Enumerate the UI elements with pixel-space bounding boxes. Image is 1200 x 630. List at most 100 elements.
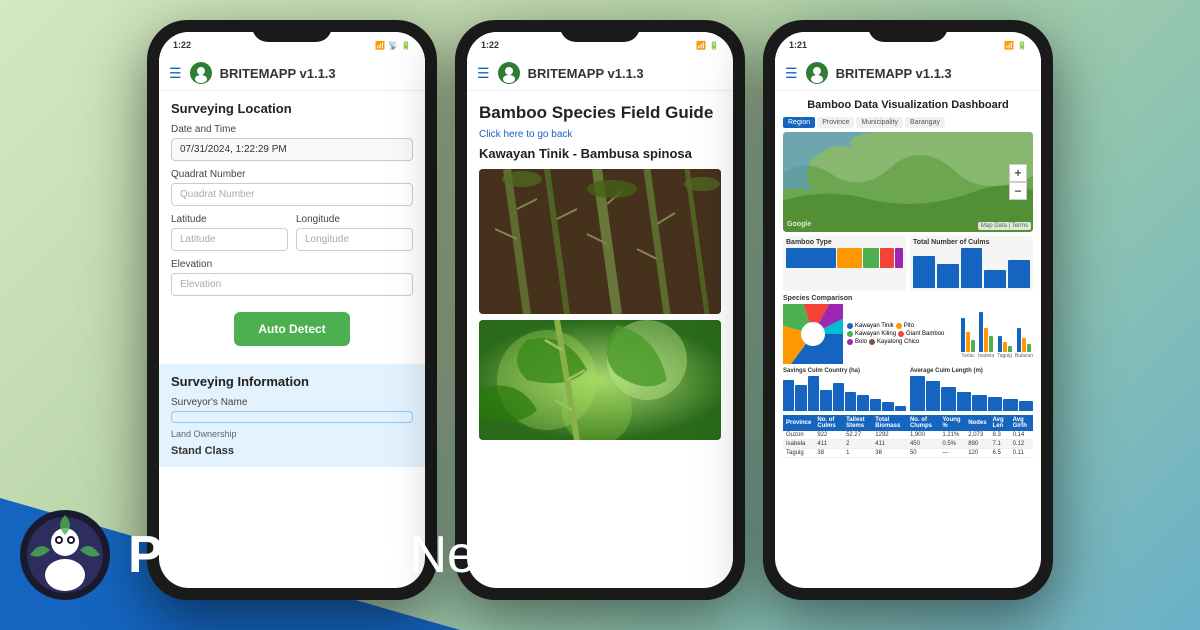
savings-chart-section: Savings Culm Country (ha) xyxy=(783,368,906,411)
longitude-input[interactable]: Longitude xyxy=(296,228,413,251)
survey-info-section: Surveying Information Surveyor's Name La… xyxy=(159,364,425,467)
hamburger-icon-3[interactable]: ☰ xyxy=(785,65,798,82)
hamburger-icon-2[interactable]: ☰ xyxy=(477,65,490,82)
phone-3-status-icons: 📶 🔋 xyxy=(1004,41,1027,50)
td-biomass-1: 1292 xyxy=(872,431,907,440)
label-taguig: Taguig xyxy=(997,353,1012,359)
td-nodes-3: 120 xyxy=(965,449,989,458)
hamburger-icon[interactable]: ☰ xyxy=(169,65,182,82)
elevation-input[interactable]: Elevation xyxy=(171,273,413,296)
td-avglen-2: 7.1 xyxy=(990,440,1010,449)
grouped-bar-chart: Tarlac Isabela xyxy=(961,309,1033,359)
abar-4 xyxy=(957,392,972,411)
phone-1-content: Surveying Location Date and Time 07/31/2… xyxy=(159,91,425,356)
legend-kawayan-kiling: Kawayan Kiling xyxy=(847,331,896,337)
phone-1-notch xyxy=(252,20,332,42)
td-avggirth-3: 0.11 xyxy=(1010,449,1033,458)
bar-b1 xyxy=(1017,328,1021,352)
branding-area: PCAARRD News xyxy=(20,510,539,600)
abar-1 xyxy=(910,376,925,411)
stand-class-label: Stand Class xyxy=(171,445,413,457)
quadrat-label: Quadrat Number xyxy=(171,169,413,180)
legend-giant-bamboo: Giant Bamboo xyxy=(898,331,944,337)
th-province: Province xyxy=(783,415,814,431)
group-tarlac: Tarlac xyxy=(961,312,975,359)
bar-t3 xyxy=(971,340,975,352)
average-label: Average Culm Length (m) xyxy=(910,368,1033,374)
td-young-3: — xyxy=(939,449,965,458)
elevation-label: Elevation xyxy=(171,259,413,270)
latitude-input[interactable]: Latitude xyxy=(171,228,288,251)
td-nodes-2: 890 xyxy=(965,440,989,449)
bar-tg1 xyxy=(998,336,1002,352)
td-biomass-3: 38 xyxy=(872,449,907,458)
tab-region[interactable]: Region xyxy=(783,117,815,128)
survey-info-title: Surveying Information xyxy=(171,374,413,389)
bar-tg3 xyxy=(1008,346,1012,352)
pie-chart xyxy=(783,304,843,364)
phone-3-app-title: BRITEMAPP v1.1.3 xyxy=(836,66,952,81)
wifi-icon: 📶 xyxy=(375,41,385,50)
total-culms-label: Total Number of Culms xyxy=(913,239,1030,246)
group-bulacan: Bulacan xyxy=(1015,312,1033,359)
surveyor-name-input[interactable] xyxy=(171,411,413,423)
td-stems-3: 1 xyxy=(843,449,872,458)
legend-bolo: Bolo xyxy=(847,339,867,345)
th-stems: Tallest Stems xyxy=(843,415,872,431)
legend-label-5: Bolo xyxy=(855,339,867,345)
table-row: Isabela 411 2 411 450 0.5% 890 7.1 0.12 xyxy=(783,440,1033,449)
legend-dot-5 xyxy=(847,339,853,345)
sbar-1 xyxy=(783,380,794,412)
species-comparison-charts: Kawayan Tinik Pito Kawayan Kiling xyxy=(783,304,1033,364)
bar-t2 xyxy=(966,332,970,352)
culm-bar-1 xyxy=(913,256,935,288)
phone-2-app-header: ☰ BRITEMAPP v1.1.3 xyxy=(467,56,733,91)
auto-detect-button[interactable]: Auto Detect xyxy=(234,312,349,346)
quadrat-input[interactable]: Quadrat Number xyxy=(171,183,413,206)
table-row: Guzon 922 52.27 1292 1,900 1.21% 2,073 8… xyxy=(783,431,1033,440)
legend-kawayan-tinik: Kawayan Tinik xyxy=(847,323,894,329)
app-logo-icon-2 xyxy=(498,62,520,84)
td-avglen-3: 6.5 xyxy=(990,449,1010,458)
savings-bars xyxy=(783,376,906,411)
table-body: Guzon 922 52.27 1292 1,900 1.21% 2,073 8… xyxy=(783,431,1033,458)
abar-3 xyxy=(941,387,956,412)
bar-b2 xyxy=(1022,338,1026,352)
back-link[interactable]: Click here to go back xyxy=(479,129,721,140)
zoom-out-button[interactable]: − xyxy=(1009,182,1027,200)
total-culms-section: Total Number of Culms xyxy=(910,236,1033,291)
wifi-icon-3: 📶 xyxy=(1004,41,1014,50)
bamboo-type-chart xyxy=(786,248,903,268)
td-avggirth-2: 0.12 xyxy=(1010,440,1033,449)
legend-pito: Pito xyxy=(896,323,914,329)
date-label: Date and Time xyxy=(171,124,413,135)
tab-barangay[interactable]: Barangay xyxy=(905,117,945,128)
td-young-2: 0.5% xyxy=(939,440,965,449)
phone-3: 1:21 📶 🔋 ☰ BRITEMAPP v1.1.3 Bamboo Data … xyxy=(763,20,1053,600)
signal-icon: 📡 xyxy=(388,41,398,50)
th-nodes: Nodes xyxy=(965,415,989,431)
phone-2-app-title: BRITEMAPP v1.1.3 xyxy=(528,66,644,81)
zoom-in-button[interactable]: + xyxy=(1009,164,1027,182)
label-tarlac: Tarlac xyxy=(961,353,974,359)
group-taguig: Taguig xyxy=(997,312,1012,359)
bar-b3 xyxy=(1027,344,1031,352)
tab-municipality[interactable]: Municipality xyxy=(856,117,903,128)
td-culms-3: 38 xyxy=(814,449,843,458)
legend-dot-3 xyxy=(847,331,853,337)
td-young-1: 1.21% xyxy=(939,431,965,440)
label-isabela: Isabela xyxy=(978,353,994,359)
legend-dot-6 xyxy=(869,339,875,345)
sbar-3 xyxy=(808,376,819,411)
tab-province[interactable]: Province xyxy=(817,117,854,128)
bar-kawayan xyxy=(786,248,836,268)
legend-dot-1 xyxy=(847,323,853,329)
date-input[interactable]: 07/31/2024, 1:22:29 PM xyxy=(171,138,413,161)
legend-dot-4 xyxy=(898,331,904,337)
phone-1-app-header: ☰ BRITEMAPP v1.1.3 xyxy=(159,56,425,91)
species-name: Kawayan Tinik - Bambusa spinosa xyxy=(479,146,721,161)
surveyor-name-label: Surveyor's Name xyxy=(171,397,413,408)
bottom-charts-row: Savings Culm Country (ha) xyxy=(783,368,1033,411)
th-avg-girth: Avg Girth xyxy=(1010,415,1033,431)
abar-5 xyxy=(972,395,987,411)
